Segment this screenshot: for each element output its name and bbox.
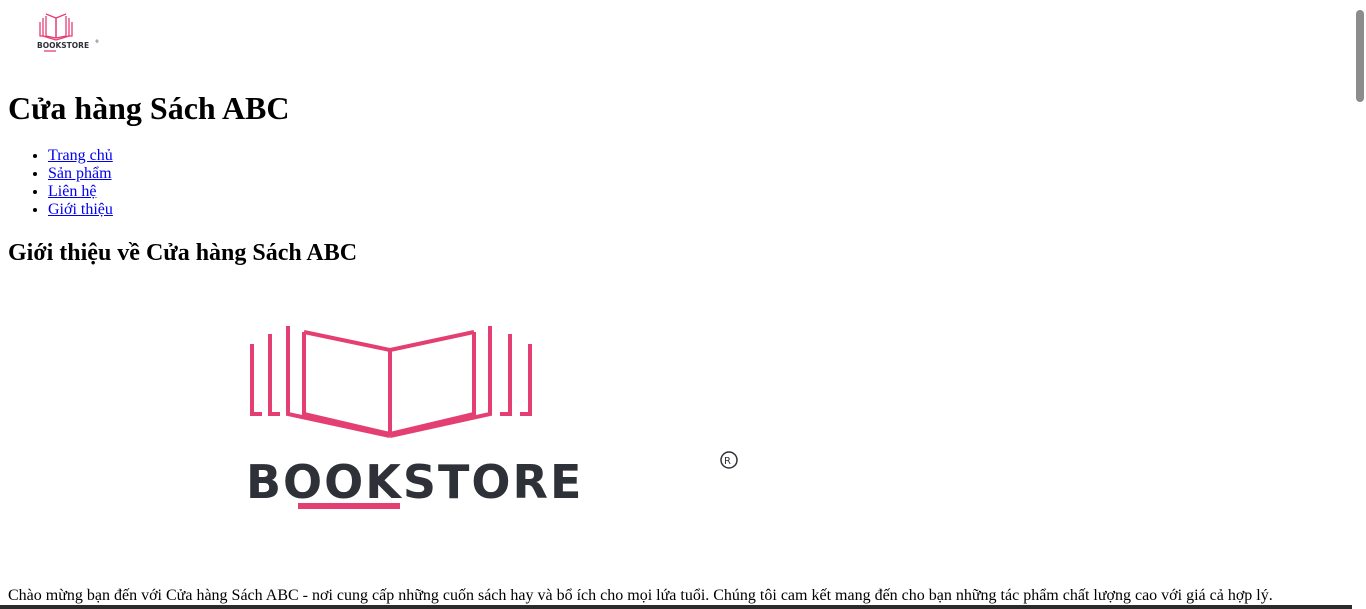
about-heading: Giới thiệu về Cửa hàng Sách ABC	[8, 240, 358, 266]
nav-item-about: Giới thiệu	[48, 201, 113, 219]
registered-mark-small: ®	[95, 39, 99, 44]
bottom-edge	[0, 605, 1352, 609]
nav-item-products: Sản phẩm	[48, 165, 113, 183]
bookstore-logo-small-text: BOOKSTORE	[37, 41, 89, 50]
vertical-scrollbar[interactable]	[1352, 0, 1366, 609]
nav-link-products[interactable]: Sản phẩm	[48, 165, 112, 182]
registered-mark-large: R	[724, 456, 731, 467]
site-title: Cửa hàng Sách ABC	[8, 90, 290, 126]
bookstore-logo-large: BOOKSTORE R	[246, 326, 738, 509]
nav-item-home: Trang chủ	[48, 147, 113, 165]
bookstore-logo-small[interactable]: BOOKSTORE ®	[34, 10, 104, 54]
intro-paragraph: Chào mừng bạn đến với Cửa hàng Sách ABC …	[8, 587, 1273, 604]
bookstore-logo-large-text: BOOKSTORE	[246, 455, 583, 509]
page: BOOKSTORE ® Cửa hàng Sách ABC Trang chủ …	[0, 0, 1352, 609]
scrollbar-thumb[interactable]	[1356, 10, 1364, 102]
main-nav: Trang chủ Sản phẩm Liên hệ Giới thiệu	[8, 147, 113, 219]
nav-link-contact[interactable]: Liên hệ	[48, 183, 96, 200]
nav-item-contact: Liên hệ	[48, 183, 113, 201]
nav-link-home[interactable]: Trang chủ	[48, 147, 113, 164]
nav-link-about[interactable]: Giới thiệu	[48, 201, 113, 218]
